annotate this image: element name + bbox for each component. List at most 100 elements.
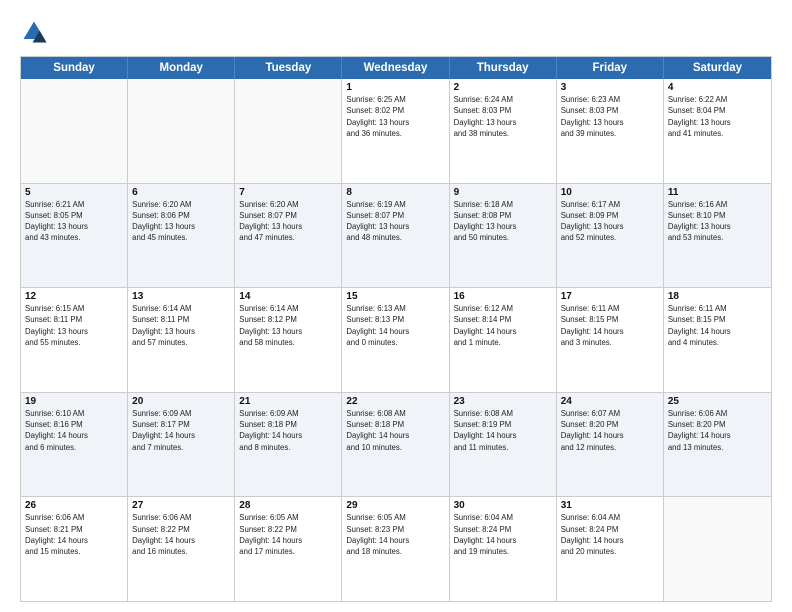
day-number: 31 [561,500,659,511]
day-number: 23 [454,396,552,407]
day-info: Sunrise: 6:14 AM Sunset: 8:11 PM Dayligh… [132,303,230,348]
day-info: Sunrise: 6:10 AM Sunset: 8:16 PM Dayligh… [25,408,123,453]
calendar-body: 1Sunrise: 6:25 AM Sunset: 8:02 PM Daylig… [21,79,771,601]
day-info: Sunrise: 6:20 AM Sunset: 8:06 PM Dayligh… [132,199,230,244]
day-cell-12: 12Sunrise: 6:15 AM Sunset: 8:11 PM Dayli… [21,288,128,392]
day-cell-27: 27Sunrise: 6:06 AM Sunset: 8:22 PM Dayli… [128,497,235,601]
day-cell-19: 19Sunrise: 6:10 AM Sunset: 8:16 PM Dayli… [21,393,128,497]
day-number: 15 [346,291,444,302]
day-number: 26 [25,500,123,511]
day-cell-17: 17Sunrise: 6:11 AM Sunset: 8:15 PM Dayli… [557,288,664,392]
day-number: 10 [561,187,659,198]
day-number: 3 [561,82,659,93]
day-cell-2: 2Sunrise: 6:24 AM Sunset: 8:03 PM Daylig… [450,79,557,183]
logo-icon [20,18,48,46]
day-cell-11: 11Sunrise: 6:16 AM Sunset: 8:10 PM Dayli… [664,184,771,288]
day-info: Sunrise: 6:06 AM Sunset: 8:21 PM Dayligh… [25,512,123,557]
day-cell-21: 21Sunrise: 6:09 AM Sunset: 8:18 PM Dayli… [235,393,342,497]
day-info: Sunrise: 6:23 AM Sunset: 8:03 PM Dayligh… [561,94,659,139]
day-info: Sunrise: 6:14 AM Sunset: 8:12 PM Dayligh… [239,303,337,348]
day-number: 19 [25,396,123,407]
day-cell-1: 1Sunrise: 6:25 AM Sunset: 8:02 PM Daylig… [342,79,449,183]
day-number: 7 [239,187,337,198]
day-info: Sunrise: 6:15 AM Sunset: 8:11 PM Dayligh… [25,303,123,348]
header-cell-saturday: Saturday [664,57,771,79]
day-number: 20 [132,396,230,407]
day-info: Sunrise: 6:16 AM Sunset: 8:10 PM Dayligh… [668,199,767,244]
day-number: 28 [239,500,337,511]
day-cell-24: 24Sunrise: 6:07 AM Sunset: 8:20 PM Dayli… [557,393,664,497]
header-cell-monday: Monday [128,57,235,79]
day-info: Sunrise: 6:07 AM Sunset: 8:20 PM Dayligh… [561,408,659,453]
day-info: Sunrise: 6:04 AM Sunset: 8:24 PM Dayligh… [561,512,659,557]
calendar-header: SundayMondayTuesdayWednesdayThursdayFrid… [21,57,771,79]
day-cell-8: 8Sunrise: 6:19 AM Sunset: 8:07 PM Daylig… [342,184,449,288]
day-cell-16: 16Sunrise: 6:12 AM Sunset: 8:14 PM Dayli… [450,288,557,392]
day-info: Sunrise: 6:21 AM Sunset: 8:05 PM Dayligh… [25,199,123,244]
empty-cell [21,79,128,183]
day-number: 17 [561,291,659,302]
day-cell-20: 20Sunrise: 6:09 AM Sunset: 8:17 PM Dayli… [128,393,235,497]
day-info: Sunrise: 6:20 AM Sunset: 8:07 PM Dayligh… [239,199,337,244]
day-cell-31: 31Sunrise: 6:04 AM Sunset: 8:24 PM Dayli… [557,497,664,601]
day-info: Sunrise: 6:04 AM Sunset: 8:24 PM Dayligh… [454,512,552,557]
day-number: 16 [454,291,552,302]
day-cell-26: 26Sunrise: 6:06 AM Sunset: 8:21 PM Dayli… [21,497,128,601]
day-number: 11 [668,187,767,198]
day-number: 9 [454,187,552,198]
day-info: Sunrise: 6:08 AM Sunset: 8:19 PM Dayligh… [454,408,552,453]
day-cell-30: 30Sunrise: 6:04 AM Sunset: 8:24 PM Dayli… [450,497,557,601]
logo [20,18,52,46]
day-cell-23: 23Sunrise: 6:08 AM Sunset: 8:19 PM Dayli… [450,393,557,497]
day-info: Sunrise: 6:18 AM Sunset: 8:08 PM Dayligh… [454,199,552,244]
header-cell-wednesday: Wednesday [342,57,449,79]
header [20,18,772,46]
header-cell-thursday: Thursday [450,57,557,79]
calendar-row-3: 12Sunrise: 6:15 AM Sunset: 8:11 PM Dayli… [21,288,771,393]
calendar-row-1: 1Sunrise: 6:25 AM Sunset: 8:02 PM Daylig… [21,79,771,184]
day-number: 6 [132,187,230,198]
day-cell-14: 14Sunrise: 6:14 AM Sunset: 8:12 PM Dayli… [235,288,342,392]
day-info: Sunrise: 6:13 AM Sunset: 8:13 PM Dayligh… [346,303,444,348]
page: SundayMondayTuesdayWednesdayThursdayFrid… [0,0,792,612]
day-number: 8 [346,187,444,198]
day-info: Sunrise: 6:11 AM Sunset: 8:15 PM Dayligh… [561,303,659,348]
day-number: 24 [561,396,659,407]
day-info: Sunrise: 6:08 AM Sunset: 8:18 PM Dayligh… [346,408,444,453]
day-info: Sunrise: 6:25 AM Sunset: 8:02 PM Dayligh… [346,94,444,139]
day-info: Sunrise: 6:12 AM Sunset: 8:14 PM Dayligh… [454,303,552,348]
day-number: 13 [132,291,230,302]
header-cell-sunday: Sunday [21,57,128,79]
day-info: Sunrise: 6:11 AM Sunset: 8:15 PM Dayligh… [668,303,767,348]
day-info: Sunrise: 6:09 AM Sunset: 8:17 PM Dayligh… [132,408,230,453]
day-info: Sunrise: 6:22 AM Sunset: 8:04 PM Dayligh… [668,94,767,139]
day-info: Sunrise: 6:05 AM Sunset: 8:23 PM Dayligh… [346,512,444,557]
day-info: Sunrise: 6:06 AM Sunset: 8:22 PM Dayligh… [132,512,230,557]
day-number: 2 [454,82,552,93]
day-cell-29: 29Sunrise: 6:05 AM Sunset: 8:23 PM Dayli… [342,497,449,601]
day-number: 5 [25,187,123,198]
empty-cell [128,79,235,183]
day-cell-13: 13Sunrise: 6:14 AM Sunset: 8:11 PM Dayli… [128,288,235,392]
day-number: 22 [346,396,444,407]
day-cell-25: 25Sunrise: 6:06 AM Sunset: 8:20 PM Dayli… [664,393,771,497]
day-number: 1 [346,82,444,93]
empty-cell [235,79,342,183]
day-number: 29 [346,500,444,511]
calendar-row-2: 5Sunrise: 6:21 AM Sunset: 8:05 PM Daylig… [21,184,771,289]
day-info: Sunrise: 6:17 AM Sunset: 8:09 PM Dayligh… [561,199,659,244]
day-cell-6: 6Sunrise: 6:20 AM Sunset: 8:06 PM Daylig… [128,184,235,288]
day-number: 25 [668,396,767,407]
day-info: Sunrise: 6:24 AM Sunset: 8:03 PM Dayligh… [454,94,552,139]
day-cell-9: 9Sunrise: 6:18 AM Sunset: 8:08 PM Daylig… [450,184,557,288]
calendar-row-5: 26Sunrise: 6:06 AM Sunset: 8:21 PM Dayli… [21,497,771,601]
day-number: 18 [668,291,767,302]
day-number: 14 [239,291,337,302]
calendar-row-4: 19Sunrise: 6:10 AM Sunset: 8:16 PM Dayli… [21,393,771,498]
empty-cell [664,497,771,601]
day-info: Sunrise: 6:05 AM Sunset: 8:22 PM Dayligh… [239,512,337,557]
day-cell-18: 18Sunrise: 6:11 AM Sunset: 8:15 PM Dayli… [664,288,771,392]
day-info: Sunrise: 6:19 AM Sunset: 8:07 PM Dayligh… [346,199,444,244]
day-cell-10: 10Sunrise: 6:17 AM Sunset: 8:09 PM Dayli… [557,184,664,288]
day-number: 4 [668,82,767,93]
